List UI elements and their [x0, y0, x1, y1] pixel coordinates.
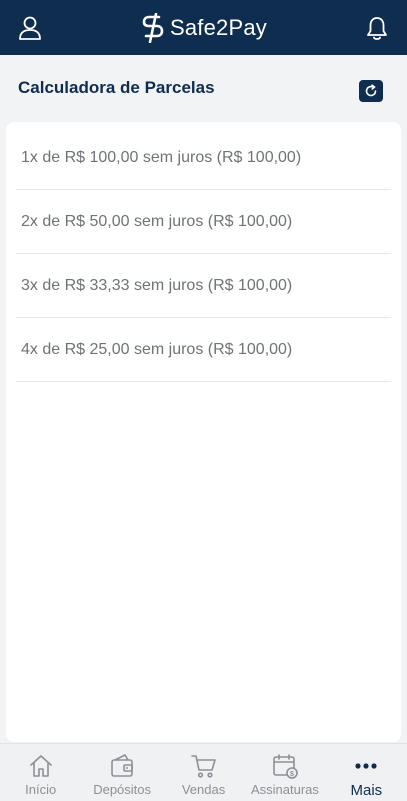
brand-logo: Safe2Pay	[140, 12, 267, 43]
brand-name: Safe2Pay	[169, 14, 267, 40]
installments-card: 1x de R$ 100,00 sem juros (R$ 100,00) 2x…	[6, 122, 401, 742]
installment-text: 1x de R$ 100,00 sem juros (R$ 100,00)	[21, 148, 302, 166]
nav-label: Mais	[350, 782, 383, 799]
user-icon	[19, 16, 41, 40]
nav-item-vendas[interactable]: Vendas	[163, 744, 244, 801]
nav-label: Depósitos	[93, 782, 152, 797]
home-icon	[29, 755, 52, 777]
calendar-icon: $	[273, 754, 298, 779]
nav-item-mais[interactable]: Mais	[326, 744, 407, 801]
notifications-button[interactable]	[361, 12, 393, 44]
installment-text: 3x de R$ 33,33 sem juros (R$ 100,00)	[21, 276, 293, 294]
refresh-button[interactable]	[359, 80, 383, 102]
bottom-nav: Início Depósitos Vendas $ Assinaturas Ma…	[0, 743, 407, 801]
cart-icon	[190, 755, 216, 778]
installment-text: 4x de R$ 25,00 sem juros (R$ 100,00)	[21, 340, 293, 358]
nav-label: Assinaturas	[250, 782, 319, 797]
more-icon	[355, 763, 377, 769]
section-header: Calculadora de Parcelas	[0, 55, 407, 121]
bell-icon	[367, 17, 387, 40]
app-header: Safe2Pay	[0, 0, 407, 55]
nav-label: Vendas	[181, 782, 226, 797]
safe2pay-logo-icon	[142, 12, 164, 43]
nav-item-depositos[interactable]: Depósitos	[81, 744, 162, 801]
list-item[interactable]: 3x de R$ 33,33 sem juros (R$ 100,00)	[16, 254, 391, 318]
installment-text: 2x de R$ 50,00 sem juros (R$ 100,00)	[21, 212, 293, 230]
svg-text:$: $	[290, 771, 294, 778]
list-item[interactable]: 4x de R$ 25,00 sem juros (R$ 100,00)	[16, 318, 391, 382]
wallet-icon	[111, 754, 133, 777]
nav-item-assinaturas[interactable]: $ Assinaturas	[244, 744, 325, 801]
profile-button[interactable]	[14, 12, 46, 44]
nav-label: Início	[25, 782, 57, 797]
installments-list: 1x de R$ 100,00 sem juros (R$ 100,00) 2x…	[16, 126, 391, 382]
nav-item-inicio[interactable]: Início	[0, 744, 81, 801]
page-title: Calculadora de Parcelas	[18, 78, 215, 97]
list-item[interactable]: 1x de R$ 100,00 sem juros (R$ 100,00)	[16, 126, 391, 190]
list-item[interactable]: 2x de R$ 50,00 sem juros (R$ 100,00)	[16, 190, 391, 254]
refresh-icon	[365, 84, 377, 97]
